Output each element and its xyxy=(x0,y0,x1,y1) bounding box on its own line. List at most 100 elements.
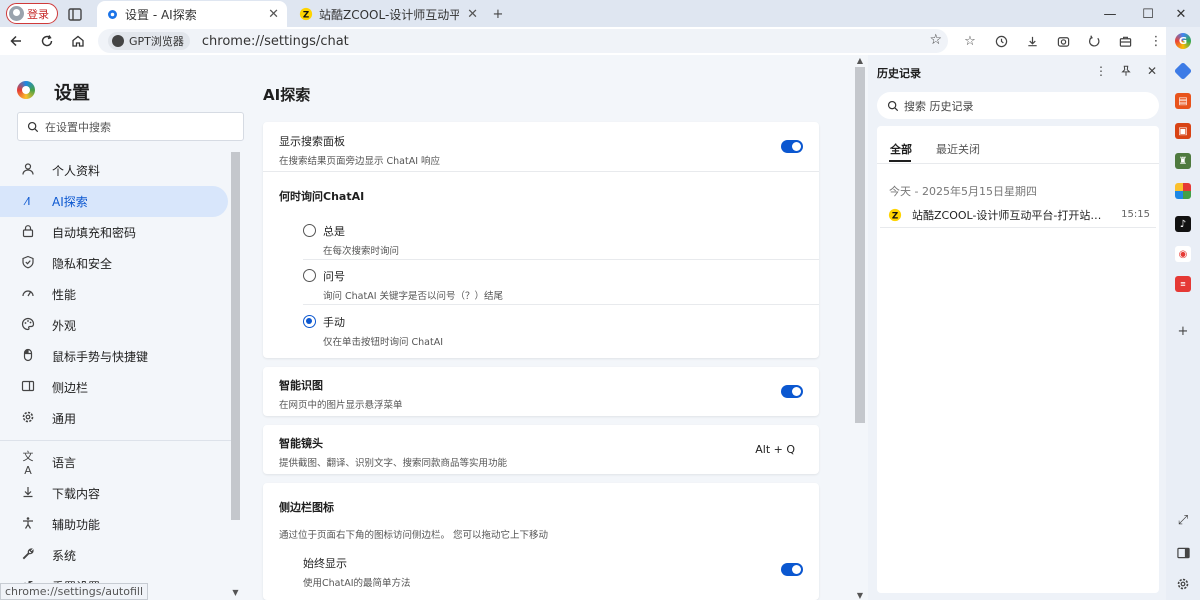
divider xyxy=(303,304,819,305)
sidebar-item-label: 隐私和安全 xyxy=(52,255,112,272)
ask-section-title: 何时询问ChatAI xyxy=(279,188,803,204)
edge-sidebar: G ▤ ▣ ♜ ♪ ◉ ≡ + ⤢ xyxy=(1166,27,1200,600)
smart-image-title: 智能识图 xyxy=(279,377,803,393)
history-item-title: 站酷ZCOOL-设计师互动平台-打开站酷，发现更好的设计！ xyxy=(912,207,1108,223)
radio-button-selected[interactable] xyxy=(303,315,316,328)
history-list-card: 全部 最近关闭 今天 - 2025年5月15日星期四 Z 站酷ZCOOL-设计师… xyxy=(877,126,1159,593)
settings-gear-icon[interactable] xyxy=(1175,576,1191,592)
sidebar-item-label: 侧边栏 xyxy=(52,379,88,396)
scroll-down-arrow-icon[interactable]: ▼ xyxy=(231,588,240,597)
more-menu-icon[interactable]: ⋮ xyxy=(1147,32,1165,50)
pin-icon[interactable] xyxy=(1118,63,1134,79)
login-button[interactable]: 登录 xyxy=(6,3,58,24)
always-show-row: 始终显示 使用ChatAI的最简单方法 xyxy=(303,555,803,589)
minimize-button[interactable]: — xyxy=(1099,4,1121,24)
search-panel-toggle[interactable] xyxy=(781,140,803,153)
close-window-button[interactable]: ✕ xyxy=(1170,4,1192,24)
tiktok-icon[interactable]: ♪ xyxy=(1175,216,1191,232)
sidebar-icon-header: 侧边栏图标 xyxy=(279,499,803,515)
back-button[interactable] xyxy=(5,31,27,51)
close-panel-icon[interactable]: ✕ xyxy=(1144,63,1160,79)
sidebar-item-mouse-gestures[interactable]: 鼠标手势与快捷键 xyxy=(0,341,232,372)
radio-button[interactable] xyxy=(303,224,316,237)
reload-button[interactable] xyxy=(36,31,58,51)
speedometer-icon xyxy=(20,286,36,304)
new-tab-button[interactable]: + xyxy=(488,4,508,24)
sidebar-item-autofill[interactable]: 自动填充和密码 xyxy=(0,217,232,248)
palette-icon xyxy=(20,317,36,335)
url-text[interactable]: chrome://settings/chat xyxy=(202,34,349,49)
briefcase-icon[interactable]: ▣ xyxy=(1175,123,1191,139)
sidebar-item-general[interactable]: 通用 xyxy=(0,403,232,434)
radio-option-question-mark[interactable]: 问号 询问 ChatAI 关键字是否以问号（？）结尾 xyxy=(303,268,803,302)
google-icon[interactable]: G xyxy=(1175,33,1191,49)
gear-icon xyxy=(20,410,36,428)
history-search-input[interactable]: 搜索 历史记录 xyxy=(877,92,1159,119)
sidebar-item-performance[interactable]: 性能 xyxy=(0,279,232,310)
restore-icon[interactable] xyxy=(1085,32,1103,50)
favorites-icon[interactable]: ☆ xyxy=(961,32,979,50)
sidebar-scrollbar-thumb[interactable] xyxy=(231,152,240,520)
sidebar-item-appearance[interactable]: 外观 xyxy=(0,310,232,341)
bookmark-star-icon[interactable]: ☆ xyxy=(929,32,942,48)
smart-image-card: 智能识图 在网页中的图片显示悬浮菜单 xyxy=(263,367,819,416)
office-icon[interactable]: ▤ xyxy=(1175,93,1191,109)
page-title: AI探索 xyxy=(263,84,310,105)
radio-button[interactable] xyxy=(303,269,316,282)
radio-option-always[interactable]: 总是 在每次搜索时询问 xyxy=(303,223,803,257)
screenshot-icon[interactable] xyxy=(1054,32,1072,50)
tab-zcool[interactable]: Z 站酷ZCOOL-设计师互动平台-打开站酷，发现更好的设计！ ✕ xyxy=(291,1,486,27)
person-icon xyxy=(20,162,36,180)
expand-icon[interactable]: ⤢ xyxy=(1175,512,1191,528)
maximize-button[interactable]: ☐ xyxy=(1137,4,1159,24)
history-icon[interactable] xyxy=(992,32,1010,50)
home-button[interactable] xyxy=(67,31,89,51)
main-scrollbar-thumb[interactable] xyxy=(855,67,865,423)
main-scrollbar[interactable]: ▲ ▼ xyxy=(855,55,865,600)
sidebar-item-language[interactable]: 文A 语言 xyxy=(0,447,232,478)
history-title: 历史记录 xyxy=(877,65,921,81)
tab-actions-icon[interactable] xyxy=(65,4,85,24)
sidebar-item-privacy[interactable]: 隐私和安全 xyxy=(0,248,232,279)
divider xyxy=(303,259,819,260)
tab-recently-closed[interactable]: 最近关闭 xyxy=(936,141,980,157)
smart-lens-card: 智能镜头 提供截图、翻译、识别文字、搜索同款商品等实用功能 Alt + Q xyxy=(263,425,819,474)
sidebar-item-accessibility[interactable]: 辅助功能 xyxy=(0,509,232,540)
sidebar-toggle-icon[interactable] xyxy=(1175,545,1191,561)
weibo-icon[interactable]: ◉ xyxy=(1175,246,1191,262)
settings-search-input[interactable]: 在设置中搜索 xyxy=(17,112,244,141)
browser-chip[interactable]: GPT浏览器 xyxy=(108,32,190,50)
scroll-down-arrow-icon[interactable]: ▼ xyxy=(855,591,865,600)
smart-image-toggle[interactable] xyxy=(781,385,803,398)
close-tab-icon[interactable]: ✕ xyxy=(467,7,478,22)
status-bar-url: chrome://settings/autofill xyxy=(0,583,148,600)
smart-lens-subtitle: 提供截图、翻译、识别文字、搜索同款商品等实用功能 xyxy=(279,455,803,469)
sidebar-item-downloads[interactable]: 下载内容 xyxy=(0,478,232,509)
browser-chip-label: GPT浏览器 xyxy=(129,33,184,49)
tab-settings[interactable]: 设置 - AI探索 ✕ xyxy=(97,1,287,27)
close-tab-icon[interactable]: ✕ xyxy=(268,7,279,22)
download-icon[interactable] xyxy=(1023,32,1041,50)
smart-lens-shortcut[interactable]: Alt + Q xyxy=(755,443,795,456)
sidebar-item-sidebar[interactable]: 侧边栏 xyxy=(0,372,232,403)
game-icon[interactable]: ♜ xyxy=(1175,153,1191,169)
sidebar-item-system[interactable]: 系统 xyxy=(0,540,232,571)
news-icon[interactable]: ≡ xyxy=(1175,276,1191,292)
add-app-icon[interactable]: + xyxy=(1175,323,1191,339)
sidebar-scrollbar[interactable]: ▼ xyxy=(231,152,241,597)
diamond-app-icon[interactable] xyxy=(1174,62,1192,80)
browser-logo-icon xyxy=(112,35,124,47)
tab-all[interactable]: 全部 xyxy=(890,141,912,157)
radio-option-manual[interactable]: 手动 仅在单击按钮时询问 ChatAI xyxy=(303,314,803,348)
always-show-toggle[interactable] xyxy=(781,563,803,576)
apps-icon[interactable] xyxy=(1175,183,1191,199)
history-panel: 历史记录 ⋮ ✕ 搜索 历史记录 全部 最近关闭 今天 - 2025年5月15日… xyxy=(868,55,1166,600)
sidebar-item-ai[interactable]: ⁄I AI探索 xyxy=(0,186,228,217)
history-item[interactable]: Z 站酷ZCOOL-设计师互动平台-打开站酷，发现更好的设计！ 15:15 xyxy=(880,202,1156,228)
scroll-up-arrow-icon[interactable]: ▲ xyxy=(855,56,865,65)
sidebar-item-profile[interactable]: 个人资料 xyxy=(0,155,232,186)
more-options-icon[interactable]: ⋮ xyxy=(1093,63,1109,79)
toolbox-icon[interactable] xyxy=(1116,32,1134,50)
gear-icon xyxy=(105,7,119,21)
address-bar[interactable]: GPT浏览器 chrome://settings/chat ☆ xyxy=(98,29,948,53)
